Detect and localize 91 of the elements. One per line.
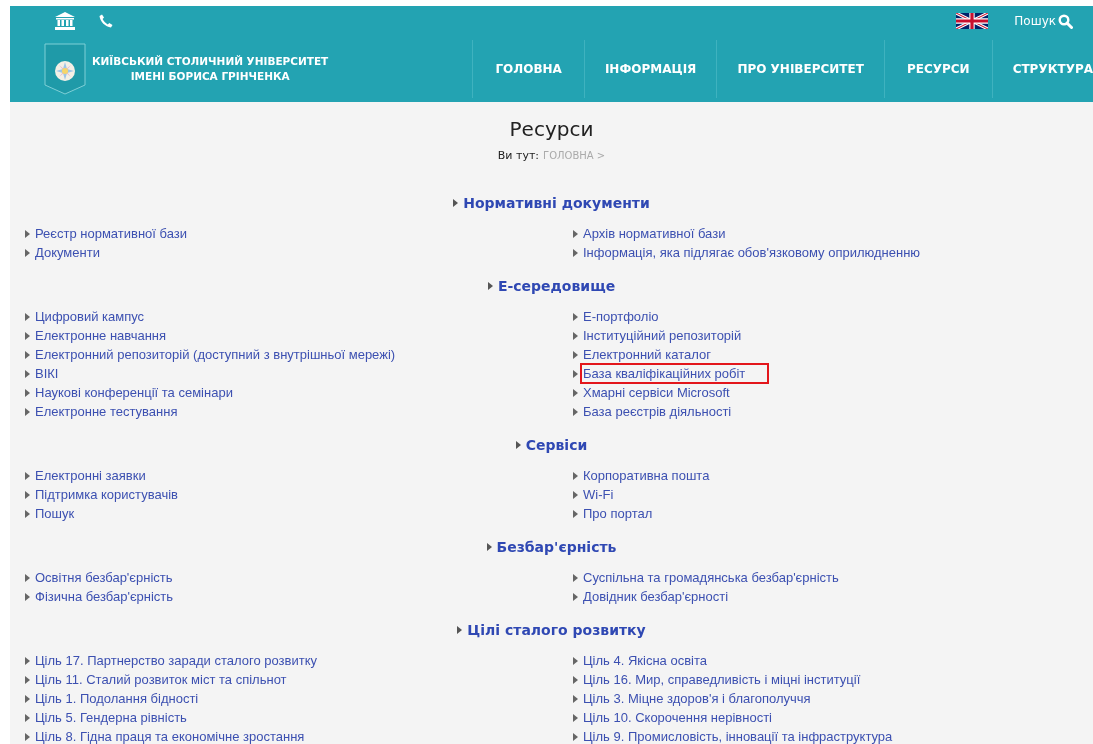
resource-link[interactable]: Хмарні сервіси Microsoft	[580, 383, 733, 402]
page-title: Ресурси	[508, 116, 595, 142]
resource-link[interactable]: Електронний репозиторій (доступний з внутрішньої мережі)	[32, 345, 399, 364]
section-heading[interactable]: Нормативні документи	[463, 195, 650, 211]
phone-icon[interactable]	[99, 14, 113, 28]
caret-icon	[25, 694, 30, 703]
resource-link[interactable]: Wi-Fi	[580, 485, 617, 504]
caret-icon	[25, 592, 30, 601]
caret-icon	[25, 248, 30, 257]
caret-icon	[573, 509, 578, 518]
caret-icon	[573, 592, 578, 601]
caret-icon	[573, 312, 578, 321]
resource-link[interactable]: Корпоративна пошта	[580, 466, 713, 485]
resource-link[interactable]: Ціль 8. Гідна праця та економічне зростання	[32, 727, 308, 744]
resource-link[interactable]: База кваліфікаційних робіт	[580, 363, 770, 384]
resource-link[interactable]: Освітня безбар'єрність	[32, 568, 176, 587]
resource-link[interactable]: Реєстр нормативної бази	[32, 224, 190, 243]
caret-icon	[573, 369, 578, 378]
resource-link[interactable]: База реєстрів діяльності	[580, 402, 735, 421]
caret-icon	[573, 713, 578, 722]
caret-icon	[25, 713, 30, 722]
caret-icon	[486, 543, 492, 551]
section-heading[interactable]: Сервіси	[525, 437, 588, 453]
caret-icon	[453, 199, 459, 207]
caret-icon	[573, 229, 578, 238]
caret-icon	[573, 656, 578, 665]
university-name: КИЇВСЬКИЙ СТОЛИЧНИЙ УНІВЕРСИТЕТ	[92, 54, 329, 69]
resource-link[interactable]: Ціль 17. Партнерство заради сталого розвитку	[32, 651, 320, 670]
caret-icon	[457, 626, 463, 634]
resource-link[interactable]: Пошук	[32, 504, 78, 523]
university-name: ІМЕНІ БОРИСА ГРІНЧЕНКА	[130, 69, 290, 84]
caret-icon	[573, 248, 578, 257]
caret-icon	[573, 675, 578, 684]
resource-link[interactable]: Підтримка користувачів	[32, 485, 181, 504]
caret-icon	[573, 331, 578, 340]
caret-icon	[25, 331, 30, 340]
section-heading[interactable]: Безбар'єрність	[496, 539, 617, 555]
resource-link[interactable]: Інформація, яка підлягає обов'язковому оприлюдненню	[580, 243, 924, 262]
caret-icon	[25, 732, 30, 741]
section-heading[interactable]: Цілі сталого розвитку	[467, 622, 646, 638]
resource-link[interactable]: Довідник безбар'єрності	[580, 587, 732, 606]
university-logo[interactable]	[44, 43, 86, 95]
caret-icon	[25, 388, 30, 397]
resource-link[interactable]: Електронні заявки	[32, 466, 149, 485]
resource-link[interactable]: Суспільна та громадянська безбар'єрність	[580, 568, 842, 587]
resource-link[interactable]: Фізична безбар'єрність	[32, 587, 177, 606]
building-icon[interactable]	[55, 12, 75, 30]
resource-link[interactable]: Ціль 9. Промисловість, інновації та інфраструктура	[580, 727, 896, 744]
resource-link[interactable]: ВІКІ	[32, 364, 62, 383]
resource-link[interactable]: Ціль 4. Якісна освіта	[580, 651, 710, 670]
resource-link[interactable]: Наукові конференції та семінари	[32, 383, 236, 402]
caret-icon	[573, 732, 578, 741]
caret-icon	[25, 471, 30, 480]
resource-link[interactable]: Е-портфоліо	[580, 307, 662, 326]
resource-link[interactable]: Документи	[32, 243, 103, 262]
caret-icon	[515, 441, 521, 449]
caret-icon	[573, 388, 578, 397]
caret-icon	[25, 573, 30, 582]
resource-link[interactable]: Електронне тестування	[32, 402, 181, 421]
resource-link[interactable]: Ціль 1. Подолання бідності	[32, 689, 202, 708]
resource-link[interactable]: Ціль 3. Міцне здоров'я і благополуччя	[580, 689, 814, 708]
caret-icon	[573, 573, 578, 582]
caret-icon	[25, 490, 30, 499]
search-icon	[1058, 13, 1073, 29]
caret-icon	[25, 369, 30, 378]
caret-icon	[25, 509, 30, 518]
resource-link[interactable]: Ціль 11. Сталий розвиток міст та спільнот	[32, 670, 290, 689]
resource-link[interactable]: Про портал	[580, 504, 656, 523]
caret-icon	[573, 350, 578, 359]
resource-link[interactable]: Ціль 10. Скорочення нерівності	[580, 708, 775, 727]
caret-icon	[573, 694, 578, 703]
caret-icon	[25, 675, 30, 684]
caret-icon	[25, 656, 30, 665]
caret-icon	[487, 282, 493, 290]
resource-link[interactable]: Цифровий кампус	[32, 307, 148, 326]
resource-link[interactable]: Інституційний репозиторій	[580, 326, 745, 345]
caret-icon	[573, 490, 578, 499]
resource-link[interactable]: Архів нормативної бази	[580, 224, 729, 243]
uk-flag-icon[interactable]	[956, 13, 989, 29]
caret-icon	[25, 407, 30, 416]
caret-icon	[25, 229, 30, 238]
breadcrumb-label: Ви тут:	[497, 149, 540, 162]
caret-icon	[573, 407, 578, 416]
caret-icon	[25, 350, 30, 359]
resource-link[interactable]: Електронне навчання	[32, 326, 170, 345]
caret-icon	[573, 471, 578, 480]
caret-icon	[25, 312, 30, 321]
section-heading[interactable]: Е-середовище	[497, 278, 616, 294]
resource-link[interactable]: Ціль 16. Мир, справедливість і міцні інституції	[580, 670, 864, 689]
resource-link[interactable]: Електронний каталог	[580, 345, 714, 364]
resource-link[interactable]: Ціль 5. Гендерна рівність	[32, 708, 190, 727]
